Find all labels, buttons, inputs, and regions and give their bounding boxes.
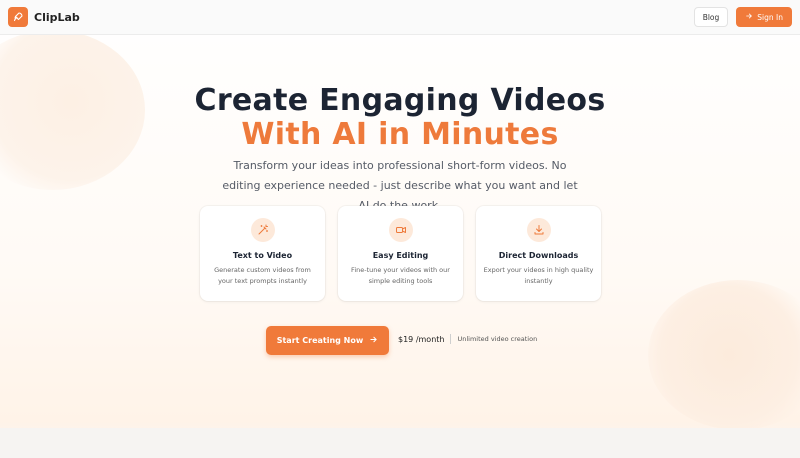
divider bbox=[450, 334, 452, 344]
footer-band bbox=[0, 428, 800, 458]
hero-title: Create Engaging Videos With AI in Minute… bbox=[0, 84, 800, 152]
feature-cards: Text to Video Generate custom videos fro… bbox=[200, 206, 601, 301]
hero-title-line2: With AI in Minutes bbox=[241, 117, 559, 152]
brand[interactable]: ClipLab bbox=[8, 7, 80, 27]
arrow-right-icon bbox=[745, 12, 753, 22]
feature-description: Fine-tune your videos with our simple ed… bbox=[351, 266, 450, 285]
start-creating-button[interactable]: Start Creating Now bbox=[266, 326, 389, 355]
cta-label: Start Creating Now bbox=[276, 336, 364, 345]
feature-description: Export your videos in high quality insta… bbox=[483, 266, 594, 285]
feature-title: Text to Video bbox=[232, 251, 293, 260]
top-navbar: ClipLab Blog Sign In bbox=[0, 0, 800, 35]
rocket-icon bbox=[8, 7, 28, 27]
decorative-blob-right bbox=[648, 280, 800, 430]
feature-card-text-to-video: Text to Video Generate custom videos fro… bbox=[200, 206, 325, 301]
feature-description: Generate custom videos from your text pr… bbox=[214, 266, 311, 285]
hero-title-line1: Create Engaging Videos bbox=[194, 83, 606, 118]
sign-in-button[interactable]: Sign In bbox=[736, 7, 792, 27]
header-nav: Blog Sign In bbox=[693, 7, 792, 27]
feature-title: Direct Downloads bbox=[498, 251, 579, 260]
pricing-info: $19 /month Unlimited video creation bbox=[398, 334, 537, 344]
feature-title: Easy Editing bbox=[372, 251, 429, 260]
price-note: Unlimited video creation bbox=[457, 335, 538, 343]
download-icon bbox=[526, 218, 551, 242]
sign-in-label: Sign In bbox=[757, 12, 783, 22]
blog-link[interactable]: Blog bbox=[693, 7, 729, 27]
feature-card-easy-editing: Easy Editing Fine-tune your videos with … bbox=[338, 206, 463, 301]
magic-wand-icon bbox=[250, 218, 275, 242]
price: $19 /month bbox=[398, 334, 445, 344]
video-camera-icon bbox=[388, 218, 413, 242]
feature-card-direct-downloads: Direct Downloads Export your videos in h… bbox=[476, 206, 601, 301]
arrow-right-icon bbox=[369, 335, 378, 346]
brand-name: ClipLab bbox=[34, 10, 80, 24]
